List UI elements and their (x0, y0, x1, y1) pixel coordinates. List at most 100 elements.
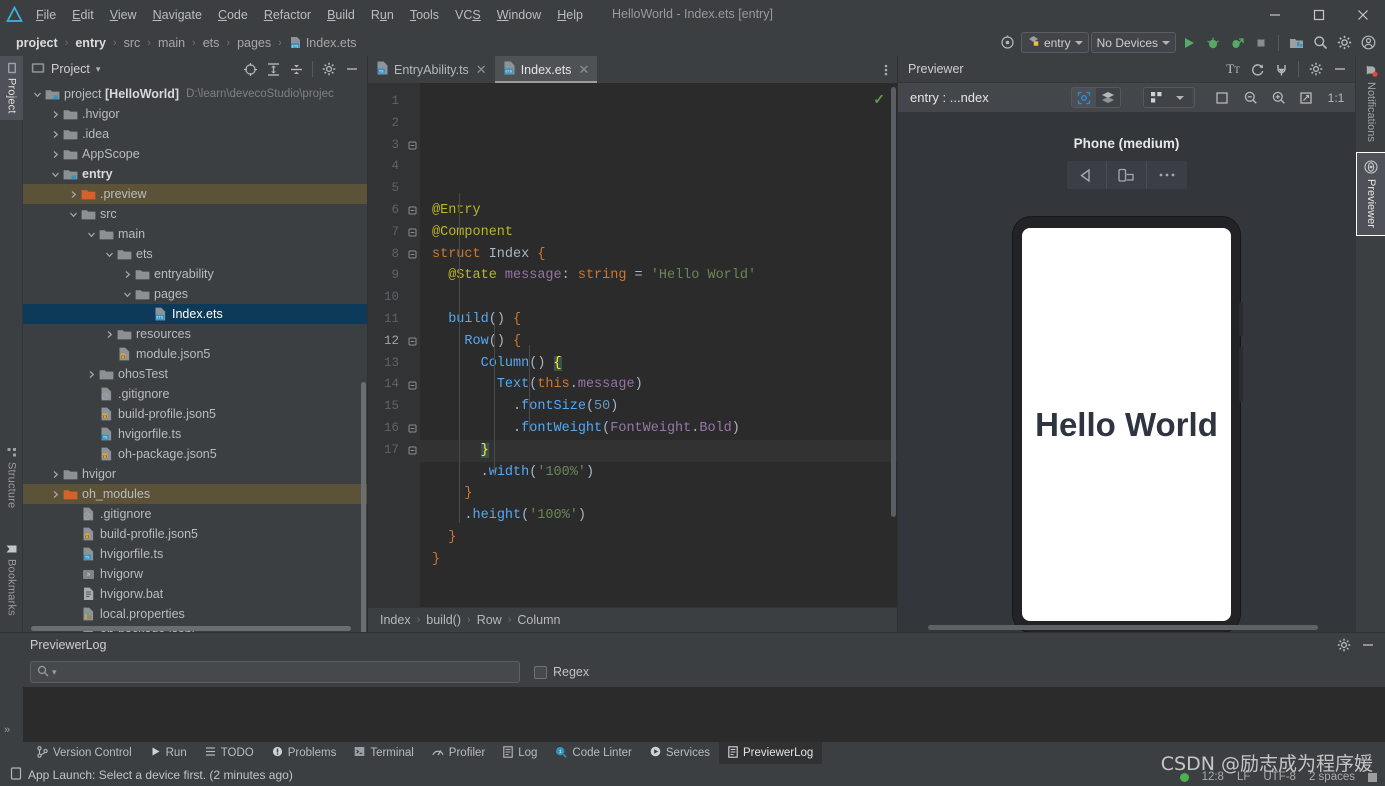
inspection-status-icon[interactable]: ✓ (873, 91, 885, 108)
target-icon[interactable] (997, 32, 1019, 54)
fold-marker-icon[interactable] (404, 331, 420, 353)
code-content[interactable]: @Entry @Component struct Index { @State me… (420, 83, 897, 607)
menu-run[interactable]: Run (363, 5, 402, 25)
gear-icon[interactable] (1305, 58, 1327, 80)
tree-node-hvigorfile-ts[interactable]: TS hvigorfile.ts (23, 544, 367, 564)
menu-view[interactable]: View (102, 5, 145, 25)
menu-vcs[interactable]: VCS (447, 5, 489, 25)
tree-node--gitignore[interactable]: .gitignore (23, 504, 367, 524)
device-selector[interactable]: No Devices (1090, 32, 1176, 53)
tree-node-pages[interactable]: pages (23, 284, 367, 304)
vertical-scrollbar[interactable] (361, 382, 366, 632)
tree-expand-arrow[interactable] (49, 490, 62, 499)
sidebar-item-notifications[interactable]: Notifications (1356, 56, 1385, 149)
tree-node-hvigorw[interactable]: > hvigorw (23, 564, 367, 584)
tree-node--idea[interactable]: .idea (23, 124, 367, 144)
editor-vertical-scrollbar[interactable] (891, 87, 896, 517)
breadcrumb-item-file[interactable]: ETS Index.ets (287, 36, 359, 50)
editor-breadcrumb-row[interactable]: Row (477, 613, 502, 627)
font-size-icon[interactable]: TT (1222, 58, 1244, 80)
tool-window-tab-code-linter[interactable]: i Code Linter (546, 742, 640, 764)
tree-node-index-ets[interactable]: ETS Index.ets (23, 304, 367, 324)
gear-icon[interactable] (1333, 634, 1355, 656)
breadcrumb-item-main[interactable]: main (156, 36, 187, 50)
project-tree[interactable]: project [HelloWorld] D:\learn\devecoStudi… (23, 82, 367, 632)
menu-help[interactable]: Help (549, 5, 591, 25)
menu-refactor[interactable]: Refactor (256, 5, 319, 25)
tool-window-tab-terminal[interactable]: Terminal (345, 742, 422, 764)
menu-window[interactable]: Window (489, 5, 549, 25)
tree-node--preview[interactable]: .preview (23, 184, 367, 204)
log-search-box[interactable]: ▾ (30, 661, 520, 683)
tree-expand-arrow[interactable] (121, 270, 134, 279)
close-button[interactable] (1341, 0, 1385, 29)
tree-expand-arrow[interactable] (49, 150, 62, 159)
menu-tools[interactable]: Tools (402, 5, 447, 25)
tree-node-entryability[interactable]: entryability (23, 264, 367, 284)
tree-node-main[interactable]: main (23, 224, 367, 244)
sidebar-item-structure[interactable]: Structure (0, 441, 23, 514)
code-editor[interactable]: 1 2 3 4 5 6 7 8 9 10 11 12 13 14 15 16 17 @Entry @Compone… (368, 83, 897, 607)
tree-expand-arrow[interactable] (85, 370, 98, 379)
attach-debugger-button[interactable] (1226, 32, 1248, 54)
breadcrumb-item-entry[interactable]: entry (73, 36, 108, 50)
run-button[interactable] (1178, 32, 1200, 54)
tree-expand-arrow[interactable] (31, 90, 44, 99)
actual-size-button[interactable]: 1:1 (1323, 87, 1349, 109)
profile-dropdown-caret[interactable] (1168, 88, 1192, 107)
search-everywhere-button[interactable] (1309, 32, 1331, 54)
regex-checkbox-row[interactable]: Regex (534, 665, 589, 679)
breadcrumb-item-src[interactable]: src (122, 36, 143, 50)
chevron-down-icon[interactable]: ▾ (96, 64, 101, 75)
debug-button[interactable] (1202, 32, 1224, 54)
menu-edit[interactable]: Edit (64, 5, 102, 25)
regex-checkbox[interactable] (534, 665, 547, 679)
previewer-target-label[interactable]: entry : ...ndex (910, 90, 989, 105)
fold-marker-icon[interactable] (404, 440, 420, 462)
tree-expand-arrow[interactable] (85, 230, 98, 239)
fold-marker-icon[interactable] (404, 135, 420, 157)
expand-all-icon[interactable] (262, 58, 284, 80)
file-encoding[interactable]: UTF-8 (1263, 771, 1296, 783)
menu-file[interactable]: FFileile (28, 5, 64, 25)
editor-breadcrumb-index[interactable]: Index (380, 613, 411, 627)
tree-node-build-profile-json5[interactable]: {} build-profile.json5 (23, 524, 367, 544)
tool-window-tab-profiler[interactable]: Profiler (423, 742, 494, 764)
tool-window-tab-log[interactable]: Log (494, 742, 546, 764)
expand-log-icon[interactable]: » (4, 724, 10, 736)
indent-setting[interactable]: 2 spaces (1309, 771, 1355, 783)
more-vertical-icon[interactable] (875, 56, 897, 83)
tree-node-appscope[interactable]: AppScope (23, 144, 367, 164)
close-icon[interactable]: ✕ (578, 62, 589, 78)
zoom-in-icon[interactable] (1267, 87, 1289, 109)
inspector-eye-icon[interactable] (1072, 88, 1096, 107)
caret-position[interactable]: 12:8 (1202, 771, 1224, 783)
code-folding-gutter[interactable] (404, 83, 420, 607)
refresh-icon[interactable] (1246, 58, 1268, 80)
tree-node-ohostest[interactable]: ohosTest (23, 364, 367, 384)
tool-window-tab-problems[interactable]: Problems (263, 742, 346, 764)
hide-panel-icon[interactable] (341, 58, 363, 80)
tree-node-build-profile-json5[interactable]: {} build-profile.json5 (23, 404, 367, 424)
breadcrumb-item-ets[interactable]: ets (201, 36, 222, 50)
line-separator[interactable]: LF (1237, 771, 1250, 783)
back-arrow-icon[interactable] (1066, 161, 1107, 190)
layers-icon[interactable] (1096, 88, 1120, 107)
fit-to-screen-icon[interactable] (1295, 87, 1317, 109)
plug-icon[interactable] (1270, 58, 1292, 80)
unlocked-icon[interactable] (1368, 772, 1377, 782)
hide-panel-icon[interactable] (1357, 634, 1379, 656)
tree-expand-arrow[interactable] (103, 330, 116, 339)
maximize-button[interactable] (1297, 0, 1341, 29)
previewer-canvas[interactable]: Phone (medium) Hello World (898, 112, 1355, 632)
menu-build[interactable]: Build (319, 5, 363, 25)
fold-marker-icon[interactable] (404, 200, 420, 222)
log-output-area[interactable]: » (0, 687, 1385, 742)
editor-tab-entryability[interactable]: TS EntryAbility.ts ✕ (368, 56, 495, 83)
tree-expand-arrow[interactable] (103, 250, 116, 259)
tree-node-oh-modules[interactable]: oh_modules (23, 484, 367, 504)
tree-node-src[interactable]: src (23, 204, 367, 224)
collapse-all-icon[interactable] (285, 58, 307, 80)
tree-node-hvigorw-bat[interactable]: hvigorw.bat (23, 584, 367, 604)
hide-panel-icon[interactable] (1329, 58, 1351, 80)
